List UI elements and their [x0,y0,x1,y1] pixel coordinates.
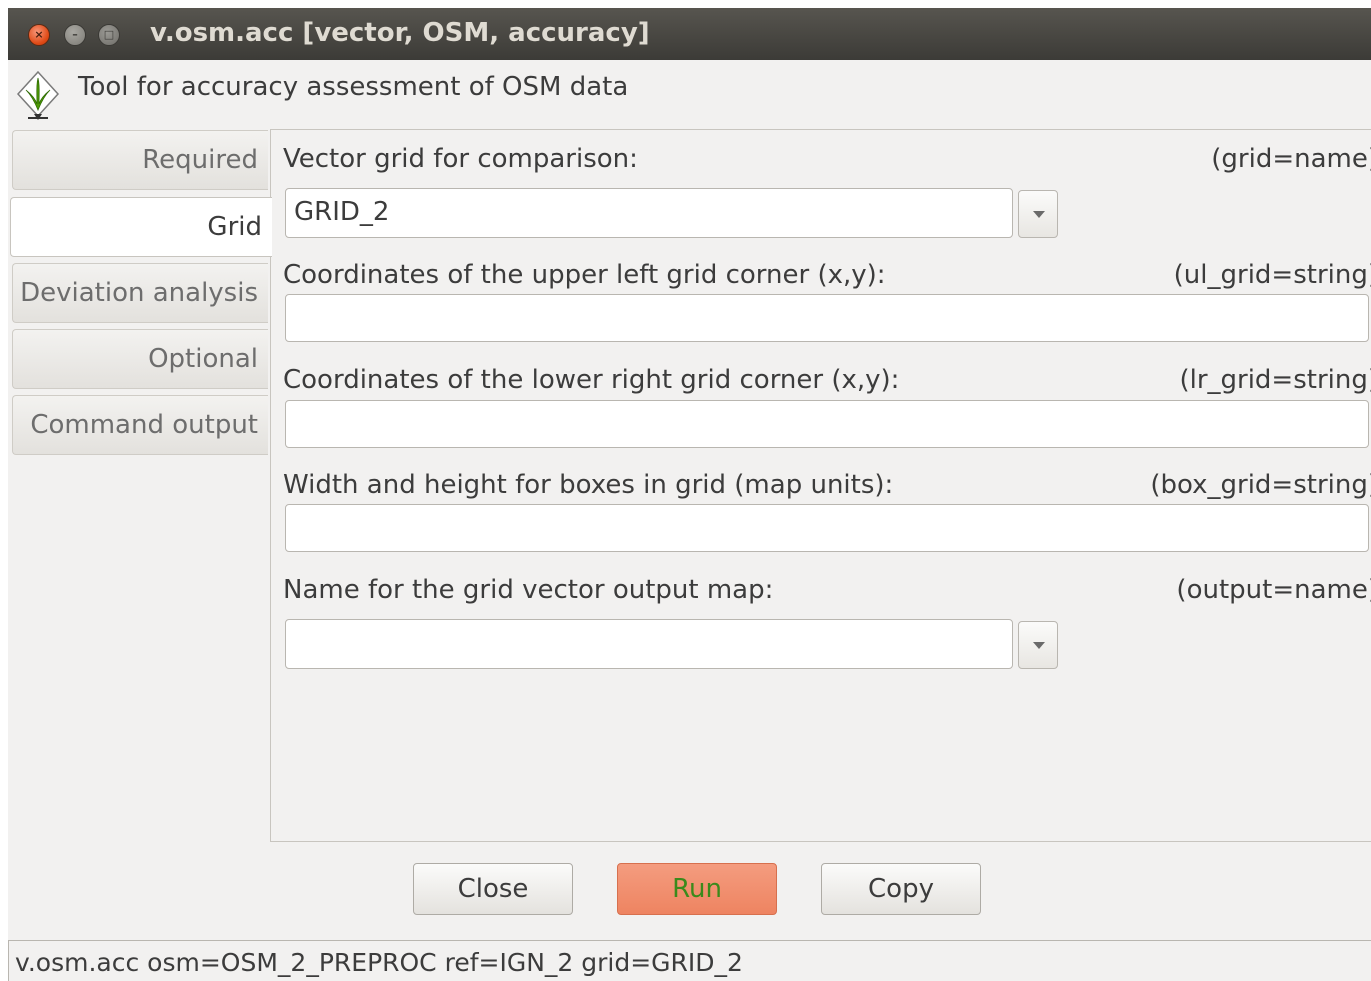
module-description: Tool for accuracy assessment of OSM data [78,72,629,102]
grid-map-select[interactable]: GRID_2 [285,188,1013,238]
maximize-icon: □ [103,28,115,41]
minimize-icon: – [72,28,78,41]
tab-deviation-analysis[interactable]: Deviation analysis [12,263,268,323]
grid-label: Vector grid for comparison: [283,144,638,174]
ul-grid-label: Coordinates of the upper left grid corne… [283,260,886,290]
tab-command-output[interactable]: Command output [12,395,268,455]
command-status-bar: v.osm.acc osm=OSM_2_PREPROC ref=IGN_2 gr… [8,940,1371,981]
lr-grid-label: Coordinates of the lower right grid corn… [283,365,900,395]
output-map-select[interactable] [285,619,1013,669]
box-grid-label: Width and height for boxes in grid (map … [283,470,894,500]
output-dropdown-button[interactable] [1018,621,1058,669]
close-button[interactable]: Close [413,863,573,915]
chevron-down-icon [1033,211,1045,218]
grid-dropdown-button[interactable] [1018,190,1058,238]
copy-button[interactable]: Copy [821,863,981,915]
ul-grid-param-key: (ul_grid=string) [1173,260,1371,290]
window-close-button[interactable]: × [28,24,50,46]
chevron-down-icon [1033,642,1045,649]
grid-tab-panel: Vector grid for comparison: (grid=name) … [270,129,1371,842]
box-grid-input[interactable] [285,504,1369,552]
dialog-window: × – □ v.osm.acc [vector, OSM, accuracy] … [8,8,1371,981]
output-param-key: (output=name) [1176,575,1371,605]
grass-gis-icon [16,70,60,120]
lr-grid-input[interactable] [285,400,1369,448]
window-minimize-button[interactable]: – [64,24,86,46]
output-label: Name for the grid vector output map: [283,575,774,605]
lr-grid-param-key: (lr_grid=string) [1179,365,1371,395]
tab-grid[interactable]: Grid [10,197,272,257]
title-bar[interactable]: × – □ v.osm.acc [vector, OSM, accuracy] [8,8,1371,60]
box-grid-param-key: (box_grid=string) [1150,470,1371,500]
grid-param-key: (grid=name) [1211,144,1371,174]
ul-grid-input[interactable] [285,294,1369,342]
tab-required[interactable]: Required [12,130,268,190]
run-button[interactable]: Run [617,863,777,915]
window-title: v.osm.acc [vector, OSM, accuracy] [150,18,650,48]
close-icon: × [34,28,44,41]
tab-optional[interactable]: Optional [12,329,268,389]
window-maximize-button[interactable]: □ [98,24,120,46]
